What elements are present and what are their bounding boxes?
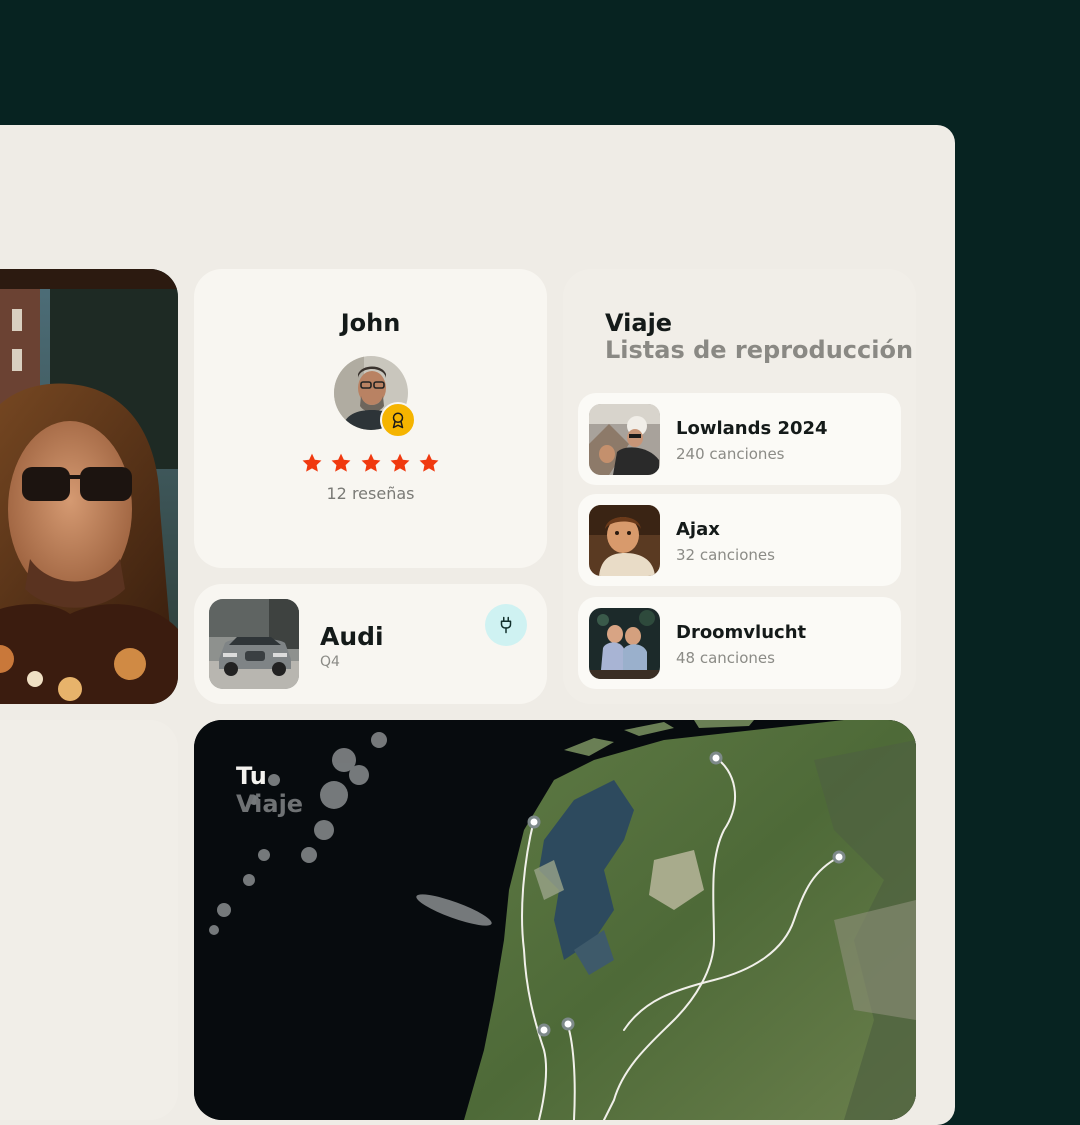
playlist-count: 48 canciones <box>676 649 775 667</box>
driver-name: John <box>340 309 401 337</box>
car-brand: Audi <box>320 622 384 651</box>
map-title: Tu <box>236 762 267 790</box>
award-badge-icon <box>380 402 416 438</box>
playlists-card: Viaje Listas de reproducción Lowlands 20… <box>563 269 916 704</box>
star-icon <box>419 453 439 472</box>
trip-map-card[interactable]: Tu Viaje <box>194 720 916 1120</box>
satellite-map[interactable] <box>194 720 916 1120</box>
playlist-cover <box>589 608 660 679</box>
playlist-item[interactable]: Ajax 32 canciones <box>578 494 901 586</box>
playlist-cover <box>589 404 660 475</box>
rating-stars <box>194 452 547 478</box>
car-model: Q4 <box>320 654 340 670</box>
playlist-name: Ajax <box>676 519 720 540</box>
star-icon <box>302 453 322 472</box>
playlists-subtitle: Listas de reproducción <box>605 336 914 364</box>
star-icon <box>361 453 380 472</box>
playlist-name: Droomvlucht <box>676 622 807 643</box>
plug-icon <box>500 616 512 634</box>
playlist-cover <box>589 505 660 576</box>
ev-charging-button[interactable] <box>485 604 527 646</box>
map-subtitle: Viaje <box>236 790 304 818</box>
empty-card <box>0 720 178 1120</box>
playlists-title: Viaje <box>605 309 673 337</box>
playlist-name: Lowlands 2024 <box>676 418 828 439</box>
star-icon <box>390 453 410 472</box>
car-image <box>209 599 299 689</box>
playlist-item[interactable]: Lowlands 2024 240 canciones <box>578 393 901 485</box>
car-card[interactable]: Audi Q4 <box>194 584 547 704</box>
playlist-count: 32 canciones <box>676 546 775 564</box>
playlist-item[interactable]: Droomvlucht 48 canciones <box>578 597 901 689</box>
reviews-count[interactable]: 12 reseñas <box>194 484 547 503</box>
playlist-count: 240 canciones <box>676 445 785 463</box>
star-icon <box>331 453 351 472</box>
passenger-photo <box>0 269 178 704</box>
